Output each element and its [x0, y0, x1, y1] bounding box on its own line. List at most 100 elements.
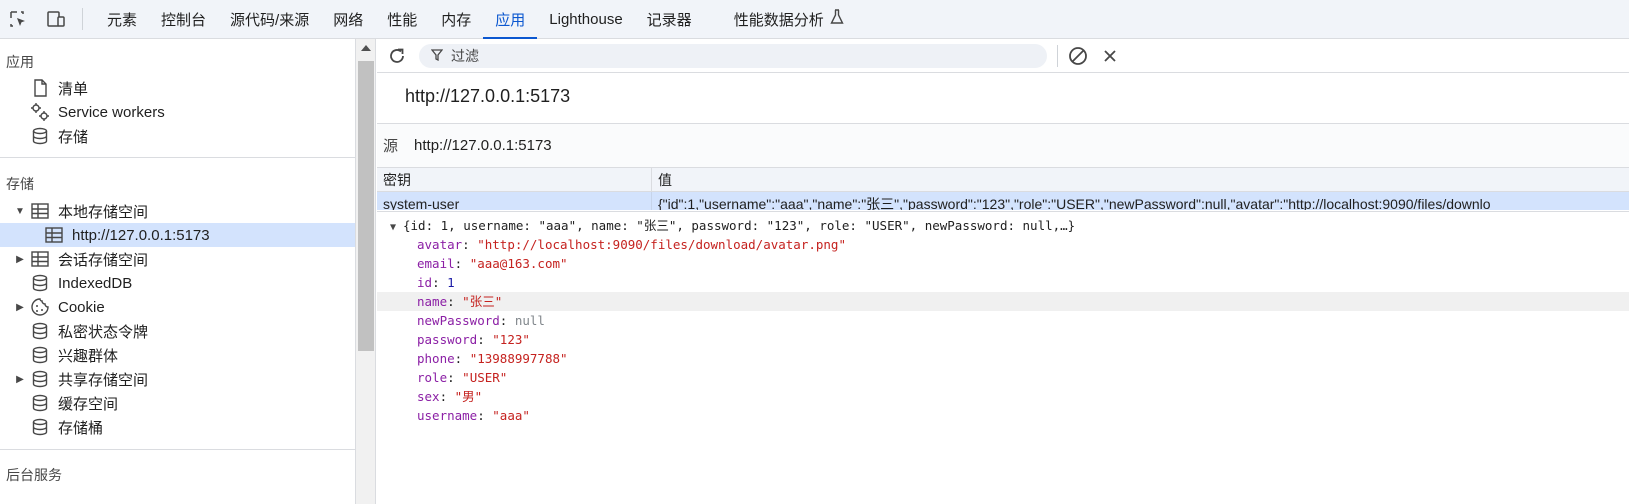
database-icon: [30, 321, 50, 341]
json-property-line[interactable]: email: "aaa@163.com": [377, 254, 1629, 273]
tab-label: 性能数据分析: [733, 11, 824, 29]
json-colon: :: [462, 237, 478, 252]
value-preview-panel: ▼ {id: 1, username: "aaa", name: "张三", pa…: [377, 211, 1629, 504]
tab-1[interactable]: 控制台: [149, 0, 218, 39]
json-property-line[interactable]: sex: "男": [377, 387, 1629, 406]
json-property-line[interactable]: avatar: "http://localhost:9090/files/dow…: [377, 235, 1629, 254]
sidebar-item-local-storage-origin[interactable]: http://127.0.0.1:5173: [0, 223, 355, 247]
json-property-line[interactable]: phone: "13988997788": [377, 349, 1629, 368]
table-row[interactable]: system-user {"id":1,"username":"aaa","na…: [377, 192, 1629, 210]
row-value-cell[interactable]: {"id":1,"username":"aaa","name":"张三","pa…: [652, 192, 1491, 210]
json-property-line[interactable]: name: "张三": [377, 292, 1629, 311]
sidebar-item-cookie[interactable]: ▶ Cookie: [14, 295, 105, 319]
sidebar-item-private-state-tokens[interactable]: 私密状态令牌: [30, 319, 148, 343]
database-icon: [30, 345, 50, 365]
tab-label: 控制台: [161, 11, 207, 29]
scrollbar-thumb[interactable]: [358, 61, 374, 351]
sidebar-item-shared-storage[interactable]: ▶ 共享存储空间: [14, 367, 148, 391]
json-key: id: [417, 275, 433, 290]
sidebar-item-service-workers[interactable]: Service workers: [30, 100, 165, 124]
json-value: "13988997788": [469, 351, 568, 366]
tab-0[interactable]: 元素: [95, 0, 149, 39]
row-key-cell[interactable]: system-user: [377, 192, 652, 210]
device-toggle-icon[interactable]: [44, 7, 68, 31]
sidebar-item-label: 清单: [58, 80, 89, 98]
database-icon: [30, 369, 50, 389]
tab-5[interactable]: 内存: [429, 0, 483, 39]
json-value: "张三": [462, 294, 503, 309]
json-property-line[interactable]: username: "aaa": [377, 406, 1629, 425]
json-value: "http://localhost:9090/files/download/av…: [477, 237, 846, 252]
flask-icon: [830, 9, 844, 29]
document-icon: [30, 78, 50, 98]
storage-toolbar: [377, 39, 1629, 73]
sidebar-item-label: IndexedDB: [58, 274, 133, 292]
collapsed-triangle-icon[interactable]: ▶: [14, 374, 26, 385]
column-header-value[interactable]: 值: [652, 168, 672, 191]
json-property-line[interactable]: password: "123": [377, 330, 1629, 349]
json-property-line[interactable]: id: 1: [377, 273, 1629, 292]
origin-row: 源 http://127.0.0.1:5173: [377, 123, 1629, 168]
json-key: username: [417, 408, 478, 423]
object-summary-text: {id: 1, username: "aaa", name: "张三", pas…: [403, 218, 1076, 233]
tab-7[interactable]: Lighthouse: [537, 0, 634, 39]
section-divider: [0, 449, 355, 450]
devtools-tab-bar: 元素 控制台 源代码/来源 网络 性能 内存 应用 Lighthouse 记录器 性能数据分析: [0, 0, 1629, 39]
json-key: email: [417, 256, 455, 271]
tab-4[interactable]: 性能: [375, 0, 429, 39]
sidebar-item-label: Service workers: [58, 103, 165, 121]
json-colon: :: [454, 351, 470, 366]
sidebar-item-label: 兴趣群体: [58, 347, 119, 365]
filter-box[interactable]: [419, 43, 1047, 68]
sidebar-item-label: 本地存储空间: [58, 203, 149, 221]
origin-label: 源: [383, 138, 399, 155]
inspect-icon[interactable]: [6, 7, 30, 31]
refresh-icon[interactable]: [385, 44, 409, 68]
json-value: "USER": [462, 370, 508, 385]
object-summary-line[interactable]: ▼ {id: 1, username: "aaa", name: "张三", pa…: [377, 216, 1629, 235]
database-icon: [30, 393, 50, 413]
json-key: newPassword: [417, 313, 500, 328]
table-icon: [30, 201, 50, 221]
delete-selected-icon[interactable]: [1098, 44, 1122, 68]
tab-2[interactable]: 源代码/来源: [218, 0, 321, 39]
expanded-triangle-icon[interactable]: ▼: [14, 206, 26, 217]
tab-8[interactable]: 记录器: [635, 0, 704, 39]
clear-all-icon[interactable]: [1066, 44, 1090, 68]
tab-label: 源代码/来源: [230, 11, 310, 29]
database-icon: [30, 417, 50, 437]
sidebar-item-label: http://127.0.0.1:5173: [72, 226, 210, 244]
sidebar-scrollbar[interactable]: [356, 39, 376, 504]
collapsed-triangle-icon[interactable]: ▶: [14, 302, 26, 313]
origin-title: http://127.0.0.1:5173: [405, 86, 571, 106]
json-value: 1: [447, 275, 455, 290]
section-title-background-services: 后台服务: [6, 467, 62, 483]
origin-value: http://127.0.0.1:5173: [414, 137, 552, 154]
collapsed-triangle-icon[interactable]: ▶: [14, 254, 26, 265]
sidebar-item-storage[interactable]: 存储: [30, 124, 88, 148]
sidebar-item-session-storage[interactable]: ▶ 会话存储空间: [14, 247, 148, 271]
json-colon: :: [439, 389, 455, 404]
sidebar-item-cache-storage[interactable]: 缓存空间: [30, 391, 118, 415]
tab-9[interactable]: 性能数据分析: [722, 0, 856, 39]
filter-input[interactable]: [451, 47, 1011, 64]
json-colon: :: [477, 408, 493, 423]
sidebar-item-manifest[interactable]: 清单: [30, 76, 88, 100]
column-header-key[interactable]: 密钥: [377, 168, 652, 191]
json-value: "男": [454, 389, 483, 404]
sidebar-item-storage-buckets[interactable]: 存储桶: [30, 415, 103, 439]
scroll-up-arrow-icon[interactable]: [361, 45, 371, 51]
sidebar-item-label: 私密状态令牌: [58, 323, 149, 341]
sidebar-item-interest-groups[interactable]: 兴趣群体: [30, 343, 118, 367]
json-value: null: [514, 313, 545, 328]
tab-3[interactable]: 网络: [321, 0, 375, 39]
sidebar-item-indexeddb[interactable]: IndexedDB: [30, 271, 132, 295]
tab-6[interactable]: 应用: [483, 0, 538, 39]
json-property-line[interactable]: newPassword: null: [377, 311, 1629, 330]
application-sidebar: 应用 清单 Service workers 存储 存储 ▼ 本地存储空间 htt…: [0, 39, 356, 504]
json-property-line[interactable]: role: "USER": [377, 368, 1629, 387]
json-value: "aaa": [492, 408, 530, 423]
sidebar-item-local-storage[interactable]: ▼ 本地存储空间: [14, 199, 148, 223]
section-title-storage: 存储: [6, 176, 34, 192]
section-title-app: 应用: [6, 54, 34, 70]
